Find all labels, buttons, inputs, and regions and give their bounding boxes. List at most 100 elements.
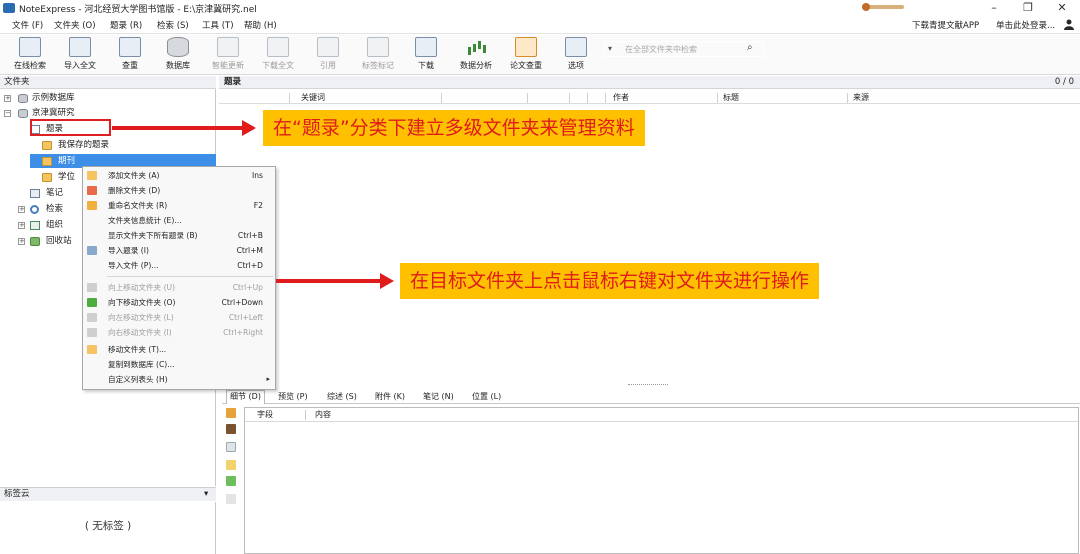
tree-item-recycle-bin[interactable]: + 回收站 <box>18 234 78 249</box>
column-content[interactable]: 内容 <box>315 408 331 422</box>
tab-attachments[interactable]: 附件 (K) <box>375 390 405 404</box>
tag-mark-button[interactable]: 标签标记 <box>356 37 400 73</box>
download-app-link[interactable]: 下载青提文献APP <box>912 19 979 31</box>
download-button[interactable]: 下载 <box>404 37 448 73</box>
detail-field-grid: 字段 内容 <box>244 407 1079 554</box>
online-search-button[interactable]: 在线检索 <box>8 37 52 73</box>
menu-help[interactable]: 帮助 (H) <box>244 19 277 31</box>
column-field[interactable]: 字段 <box>257 408 273 422</box>
lock-icon[interactable] <box>226 408 236 418</box>
collapse-icon[interactable]: − <box>4 110 11 117</box>
menu-delete-folder[interactable]: 删除文件夹 (D) <box>83 183 275 198</box>
column-source[interactable]: 来源 <box>853 91 869 104</box>
database-button[interactable]: 数据库 <box>156 37 200 73</box>
global-search-input[interactable]: ▾ 在全部文件夹中检索 ⌕ <box>604 41 764 57</box>
menu-reference[interactable]: 题录 (R) <box>110 19 142 31</box>
tab-details[interactable]: 细节 (D) <box>226 390 265 404</box>
copy-icon[interactable] <box>226 442 236 452</box>
menu-bar: 文件 (F) 文件夹 (O) 题录 (R) 检索 (S) 工具 (T) 帮助 (… <box>0 16 1080 34</box>
user-icon[interactable] <box>1064 19 1074 30</box>
data-analysis-label: 数据分析 <box>460 61 492 70</box>
download-fulltext-button[interactable]: 下载全文 <box>256 37 300 73</box>
folder-icon <box>42 141 52 150</box>
menu-tools[interactable]: 工具 (T) <box>202 19 234 31</box>
close-button[interactable]: ✕ <box>1048 0 1076 16</box>
tab-location[interactable]: 位置 (L) <box>472 390 501 404</box>
dedupe-button[interactable]: 查重 <box>108 37 152 73</box>
folder-icon <box>42 173 52 182</box>
column-keywords[interactable]: 关键词 <box>301 91 325 104</box>
tree-item-search[interactable]: + 检索 <box>18 202 78 217</box>
edit-icon[interactable] <box>226 460 236 470</box>
minimize-button[interactable]: – <box>980 0 1008 16</box>
menu-file[interactable]: 文件 (F) <box>12 19 43 31</box>
menu-search[interactable]: 检索 (S) <box>157 19 189 31</box>
pen-icon[interactable] <box>226 494 236 504</box>
tree-label: 期刊 <box>58 156 76 166</box>
menu-folder[interactable]: 文件夹 (O) <box>54 19 96 31</box>
arrow-up-icon <box>87 283 97 292</box>
options-button[interactable]: 选项 <box>554 37 598 73</box>
import-refs-icon <box>87 246 97 255</box>
menu-label: 向右移动文件夹 (I) <box>108 328 172 337</box>
menu-label: 添加文件夹 (A) <box>108 171 160 180</box>
smart-update-button[interactable]: 智能更新 <box>206 37 250 73</box>
menu-add-folder[interactable]: 添加文件夹 (A) Ins <box>83 168 275 183</box>
pane-splitter[interactable] <box>628 384 668 386</box>
note-icon <box>30 189 40 198</box>
grid-icon[interactable] <box>226 476 236 486</box>
menu-show-all-refs[interactable]: 显示文件夹下所有题录 (B) Ctrl+B <box>83 228 275 243</box>
column-title[interactable]: 标题 <box>723 91 739 104</box>
menu-custom-headers[interactable]: 自定义列表头 (H) ▸ <box>83 372 275 387</box>
menu-label: 文件夹信息统计 (E)... <box>108 216 182 225</box>
annotation-arrow-1 <box>112 126 244 130</box>
menu-copy-to-db[interactable]: 复制到数据库 (C)... <box>83 357 275 372</box>
options-icon <box>565 37 587 57</box>
tree-label: 回收站 <box>46 236 72 246</box>
menu-rename-folder[interactable]: 重命名文件夹 (R) F2 <box>83 198 275 213</box>
tree-item-degree[interactable]: 学位 <box>30 170 90 185</box>
data-analysis-button[interactable]: 数据分析 <box>454 37 498 73</box>
menu-move-folder[interactable]: 移动文件夹 (T)... <box>83 342 275 357</box>
theme-slider[interactable] <box>862 3 904 11</box>
menu-move-left[interactable]: 向左移动文件夹 (L) Ctrl+Left <box>83 310 275 325</box>
chevron-down-icon[interactable]: ▾ <box>608 44 612 53</box>
login-link[interactable]: 单击此处登录... <box>996 19 1055 31</box>
tree-item-sample-db[interactable]: + 示例数据库 <box>4 91 204 106</box>
thesis-check-label: 论文查重 <box>510 61 542 70</box>
menu-label: 自定义列表头 (H) <box>108 375 168 384</box>
import-fulltext-button[interactable]: 导入全文 <box>58 37 102 73</box>
organize-icon <box>30 221 40 230</box>
search-icon <box>30 205 39 214</box>
menu-import-files[interactable]: 导入文件 (P)... Ctrl+D <box>83 258 275 273</box>
menu-folder-stats[interactable]: 文件夹信息统计 (E)... <box>83 213 275 228</box>
detail-grid-header: 字段 内容 <box>245 408 1078 422</box>
reference-list-header: 题录 0 / 0 <box>219 76 1080 89</box>
expand-icon[interactable]: + <box>18 206 25 213</box>
tree-item-notes[interactable]: 笔记 <box>18 186 78 201</box>
search-icon[interactable]: ⌕ <box>747 42 753 53</box>
menu-move-down[interactable]: 向下移动文件夹 (O) Ctrl+Down <box>83 295 275 310</box>
menu-move-up[interactable]: 向上移动文件夹 (U) Ctrl+Up <box>83 280 275 295</box>
tab-summary[interactable]: 综述 (S) <box>327 390 357 404</box>
column-author[interactable]: 作者 <box>613 91 629 104</box>
expand-icon[interactable]: + <box>18 238 25 245</box>
dedupe-label: 查重 <box>122 61 138 70</box>
chevron-down-icon[interactable]: ▾ <box>204 488 208 501</box>
database-icon <box>18 109 28 118</box>
expand-icon[interactable]: + <box>18 222 25 229</box>
thesis-check-button[interactable]: 论文查重 <box>504 37 548 73</box>
menu-label: 导入文件 (P)... <box>108 261 159 270</box>
menu-shortcut: Ctrl+Up <box>232 283 263 292</box>
expand-icon[interactable]: + <box>4 95 11 102</box>
tab-notes[interactable]: 笔记 (N) <box>423 390 454 404</box>
tree-item-organize[interactable]: + 组织 <box>18 218 78 233</box>
menu-move-right[interactable]: 向右移动文件夹 (I) Ctrl+Right <box>83 325 275 340</box>
maximize-button[interactable]: ❐ <box>1014 0 1042 16</box>
cite-button[interactable]: 引用 <box>306 37 350 73</box>
detail-tabs: 细节 (D) 预览 (P) 综述 (S) 附件 (K) 笔记 (N) 位置 (L… <box>222 390 1080 404</box>
menu-import-refs[interactable]: 导入题录 (I) Ctrl+M <box>83 243 275 258</box>
tab-preview[interactable]: 预览 (P) <box>278 390 308 404</box>
book-icon[interactable] <box>226 424 236 434</box>
tree-item-my-saved[interactable]: 我保存的题录 <box>30 138 210 153</box>
